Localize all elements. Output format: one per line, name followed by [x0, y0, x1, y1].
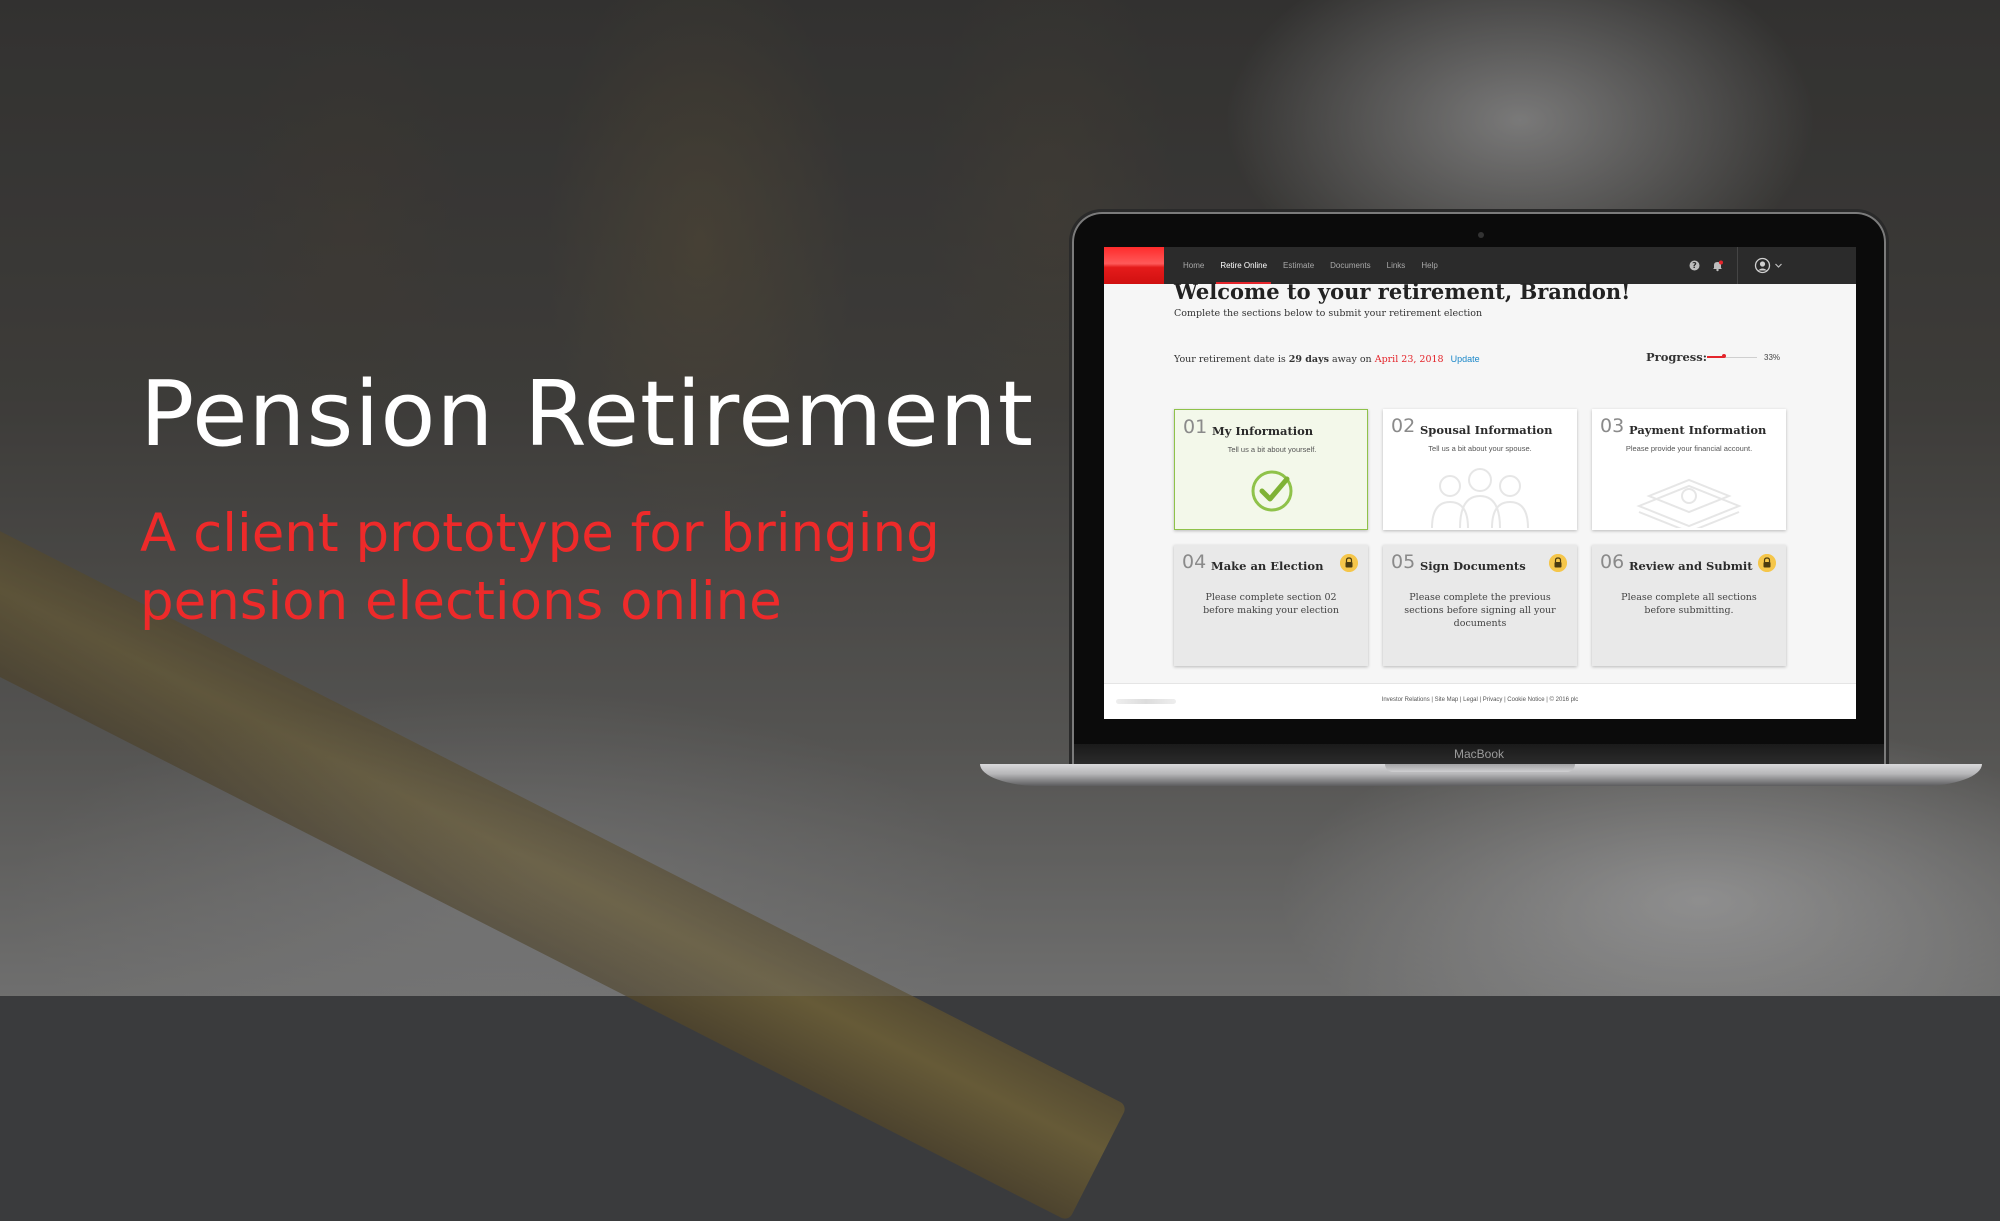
section-card-sign-documents[interactable]: 05 Sign Documents Please complete the pr…	[1383, 545, 1577, 666]
section-title: Spousal Information	[1420, 423, 1553, 437]
hero-subtitle: A client prototype for bringing pension …	[140, 503, 940, 632]
section-number: 01	[1183, 416, 1208, 438]
section-number: 05	[1391, 551, 1416, 573]
camera-icon	[1478, 232, 1484, 238]
progress-bar	[1707, 354, 1757, 358]
nav-divider	[1737, 247, 1738, 284]
section-description: Tell us a bit about your spouse.	[1428, 444, 1532, 453]
retirement-date: April 23, 2018	[1374, 354, 1444, 365]
welcome-subtitle: Complete the sections below to submit yo…	[1174, 308, 1483, 319]
section-card-my-information[interactable]: 01 My Information Tell us a bit about yo…	[1174, 409, 1368, 530]
brand-logo[interactable]	[1104, 247, 1164, 284]
section-number: 03	[1600, 415, 1625, 437]
section-description: Tell us a bit about yourself.	[1227, 445, 1317, 454]
money-stack-illustration-icon	[1636, 478, 1742, 528]
progress-marker	[1721, 354, 1726, 358]
app-footer: Investor Relations | Site Map | Legal | …	[1104, 683, 1856, 719]
update-link[interactable]: Update	[1451, 354, 1480, 364]
hero-title: Pension Retirement	[140, 362, 1035, 467]
lock-icon	[1758, 554, 1776, 572]
question-icon[interactable]: ?	[1688, 259, 1701, 272]
retirement-date-line: Your retirement date is 29 days away on …	[1174, 354, 1480, 365]
section-number: 04	[1182, 551, 1207, 573]
section-card-payment-information[interactable]: 03 Payment Information Please provide yo…	[1592, 409, 1786, 530]
section-description: Please provide your financial account.	[1625, 444, 1753, 453]
progress-label: Progress:	[1646, 350, 1707, 364]
section-title: Review and Submit	[1629, 559, 1753, 573]
section-title: Make an Election	[1211, 559, 1324, 573]
section-number: 06	[1600, 551, 1625, 573]
section-title: My Information	[1212, 424, 1314, 438]
welcome-title: Welcome to your retirement, Brandon!	[1174, 279, 1631, 304]
laptop-notch	[1385, 764, 1575, 772]
progress-fill	[1707, 356, 1724, 358]
section-title: Payment Information	[1629, 423, 1767, 437]
laptop-screen: Home Retire Online Estimate Documents Li…	[1104, 247, 1856, 719]
section-description: Please complete section 02 before making…	[1203, 592, 1339, 616]
notification-bell-icon[interactable]	[1711, 259, 1724, 272]
people-illustration-icon	[1431, 468, 1529, 528]
section-number: 02	[1391, 415, 1416, 437]
retirement-days: 29 days	[1288, 354, 1329, 365]
lock-icon	[1549, 554, 1567, 572]
user-avatar-icon[interactable]	[1754, 257, 1771, 274]
retirement-middle: away on	[1328, 354, 1375, 365]
section-title: Sign Documents	[1420, 559, 1526, 573]
progress-percent: 33%	[1764, 353, 1781, 362]
chevron-down-icon[interactable]	[1774, 261, 1783, 270]
section-card-make-an-election[interactable]: 04 Make an Election Please complete sect…	[1174, 545, 1368, 666]
section-card-spousal-information[interactable]: 02 Spousal Information Tell us a bit abo…	[1383, 409, 1577, 530]
footer-links[interactable]: Investor Relations | Site Map | Legal | …	[1104, 697, 1856, 703]
lock-icon	[1340, 554, 1358, 572]
laptop-brand-label: MacBook	[1453, 747, 1505, 761]
section-description: Please complete the previous sections be…	[1404, 592, 1556, 629]
retirement-prefix: Your retirement date is	[1174, 354, 1289, 365]
section-description: Please complete all sections before subm…	[1621, 592, 1757, 616]
section-card-review-and-submit[interactable]: 06 Review and Submit Please complete all…	[1592, 545, 1786, 666]
svg-text:?: ?	[1692, 261, 1697, 270]
checkmark-icon	[1251, 470, 1293, 512]
